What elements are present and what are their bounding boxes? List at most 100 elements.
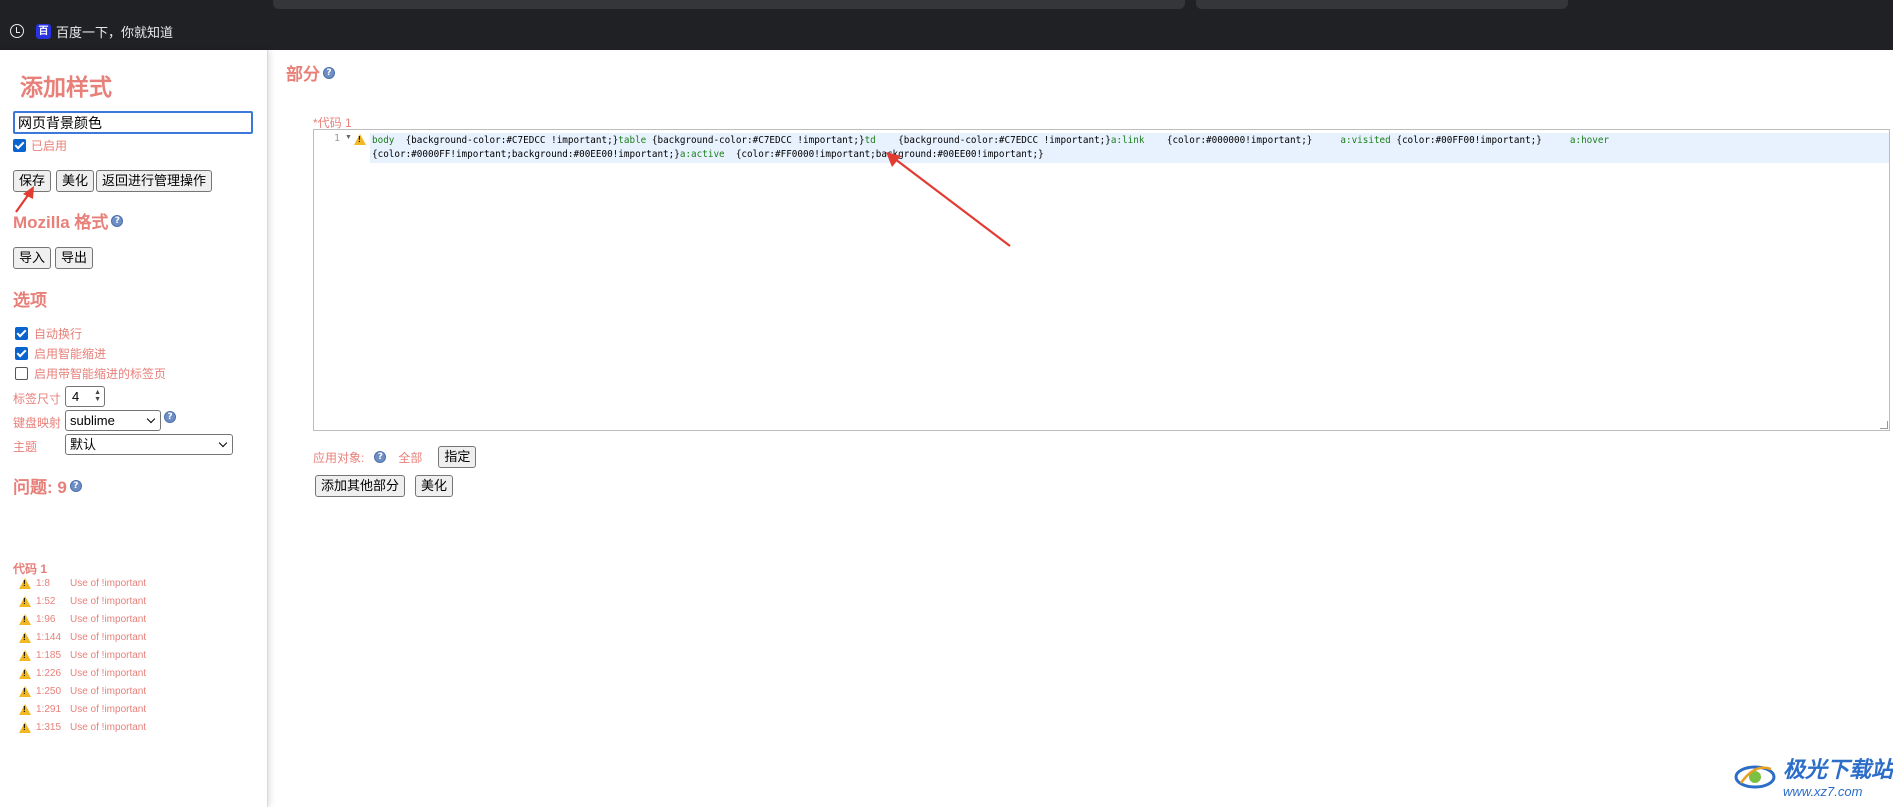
warning-icon — [19, 650, 31, 661]
issue-message: Use of !important — [70, 632, 147, 643]
code-token: {color:#00FF00!important;} — [1390, 135, 1570, 146]
auto-wrap-checkbox[interactable] — [15, 327, 28, 340]
warning-icon — [19, 722, 31, 733]
style-editor-sidebar: 添加样式 已启用 保存 美化 返回进行管理操作 Mozilla 格式 ? 导入 … — [0, 50, 268, 807]
issue-message: Use of !important — [70, 722, 147, 733]
tab-size-stepper[interactable]: 4 ▲ ▼ — [65, 386, 105, 407]
smart-indent-label: 启用智能缩进 — [34, 347, 107, 361]
search-box[interactable] — [1196, 0, 1568, 9]
keymap-value: sublime — [70, 413, 115, 428]
issue-message: Use of !important — [70, 650, 147, 661]
specify-button[interactable]: 指定 — [438, 446, 477, 468]
code-token: {background-color:#C7EDCC !important;} — [646, 135, 865, 146]
help-icon[interactable]: ? — [69, 479, 82, 492]
baidu-icon: 百 — [36, 23, 51, 39]
export-button[interactable]: 导出 — [55, 247, 94, 269]
code-token: {color:#0000FF!important;background:#00E… — [372, 149, 680, 160]
issue-item[interactable]: 1:8 Use of !important — [19, 578, 146, 589]
smart-indent-checkbox[interactable] — [15, 347, 28, 360]
tab-smart-indent-label: 启用带智能缩进的标签页 — [34, 367, 167, 381]
fold-arrow-icon[interactable]: ▼ — [345, 134, 352, 141]
warning-icon — [19, 686, 31, 697]
watermark-logo-icon — [1734, 765, 1776, 788]
code-token: {background-color:#C7EDCC !important;} — [875, 135, 1111, 146]
issue-position: 1:226 — [36, 668, 62, 679]
save-button[interactable]: 保存 — [13, 170, 52, 192]
option-tab-smart-indent[interactable]: 启用带智能缩进的标签页 — [15, 365, 166, 382]
help-icon[interactable]: ? — [111, 214, 124, 227]
issue-message: Use of !important — [70, 614, 147, 625]
address-bar[interactable] — [273, 0, 1185, 9]
stepper-arrows-icon[interactable]: ▲ ▼ — [94, 389, 101, 403]
issue-message: Use of !important — [70, 578, 147, 589]
issue-message: Use of !important — [70, 668, 147, 679]
watermark-name: 极光下载站 — [1783, 757, 1893, 782]
mozilla-format-title: Mozilla 格式 — [13, 213, 109, 232]
help-icon[interactable]: ? — [323, 66, 335, 79]
warning-icon — [19, 668, 31, 679]
enabled-label: 已启用 — [31, 139, 68, 153]
help-icon[interactable]: ? — [374, 451, 387, 463]
add-section-button[interactable]: 添加其他部分 — [315, 475, 406, 497]
issue-message: Use of !important — [70, 686, 147, 697]
code-editor[interactable]: 1 ▼ body {background-color:#C7EDCC !impo… — [313, 129, 1890, 431]
code-token: {color:#FF0000!important;background:#00E… — [724, 149, 1044, 160]
code-token: td — [864, 135, 876, 146]
issues-heading: 问题: 9 ? — [13, 473, 82, 498]
option-auto-wrap[interactable]: 自动换行 — [15, 325, 82, 342]
line-number: 1 — [334, 133, 341, 144]
browser-tab-strip — [0, 0, 1893, 12]
theme-select[interactable]: 默认 — [65, 434, 233, 455]
issue-position: 1:185 — [36, 650, 62, 661]
issue-item[interactable]: 1:250 Use of !important — [19, 686, 146, 697]
warning-icon — [19, 596, 31, 607]
code-token: a:hover — [1569, 135, 1610, 146]
import-button[interactable]: 导入 — [13, 247, 52, 269]
warning-icon — [19, 578, 31, 589]
code-token: a:visited — [1340, 135, 1391, 146]
theme-value: 默认 — [70, 437, 97, 452]
resize-handle[interactable] — [1880, 421, 1888, 429]
beautify-button[interactable]: 美化 — [56, 170, 95, 192]
issue-position: 1:8 — [36, 578, 50, 589]
code-token: a:active — [679, 149, 725, 160]
issue-item[interactable]: 1:226 Use of !important — [19, 668, 146, 679]
keymap-select[interactable]: sublime — [65, 410, 161, 431]
issue-position: 1:250 — [36, 686, 62, 697]
option-smart-indent[interactable]: 启用智能缩进 — [15, 345, 106, 362]
watermark-url: www.xz7.com — [1783, 784, 1863, 799]
style-name-input[interactable] — [13, 111, 253, 134]
warning-icon[interactable] — [354, 134, 366, 145]
bookmark-baidu[interactable]: 百度一下，你就知道 — [56, 22, 173, 41]
enabled-checkbox[interactable] — [13, 139, 26, 152]
tab-smart-indent-checkbox[interactable] — [15, 367, 28, 380]
warning-icon — [19, 614, 31, 625]
sections-heading: 部分 ? — [286, 60, 335, 85]
issue-item[interactable]: 1:96 Use of !important — [19, 614, 146, 625]
enabled-row[interactable]: 已启用 — [13, 137, 67, 154]
issue-item[interactable]: 1:291 Use of !important — [19, 704, 146, 715]
issue-message: Use of !important — [70, 704, 147, 715]
beautify-section-button[interactable]: 美化 — [415, 475, 454, 497]
apply-to-label: 应用对象: — [313, 450, 365, 465]
theme-label: 主题 — [13, 440, 38, 454]
issue-position: 1:52 — [36, 596, 56, 607]
chevron-down-icon — [146, 414, 156, 424]
keymap-label: 键盘映射 — [13, 416, 62, 430]
warning-icon — [19, 704, 31, 715]
watermark: 极光下载站 www.xz7.com — [1733, 752, 1893, 799]
warning-icon — [19, 632, 31, 643]
history-icon[interactable] — [10, 24, 24, 38]
help-icon[interactable]: ? — [164, 411, 176, 423]
issue-item[interactable]: 1:185 Use of !important — [19, 650, 146, 661]
issue-item[interactable]: 1:52 Use of !important — [19, 596, 146, 607]
issue-position: 1:144 — [36, 632, 62, 643]
back-to-manage-button[interactable]: 返回进行管理操作 — [96, 170, 213, 192]
auto-wrap-label: 自动换行 — [34, 327, 83, 341]
bookmarks-bar: 百 百度一下，你就知道 — [0, 12, 1893, 50]
issue-item[interactable]: 1:144 Use of !important — [19, 632, 146, 643]
code-content[interactable]: body {background-color:#C7EDCC !importan… — [372, 134, 1882, 162]
code-token: table — [618, 135, 647, 146]
issue-item[interactable]: 1:315 Use of !important — [19, 722, 146, 733]
issue-position: 1:96 — [36, 614, 56, 625]
